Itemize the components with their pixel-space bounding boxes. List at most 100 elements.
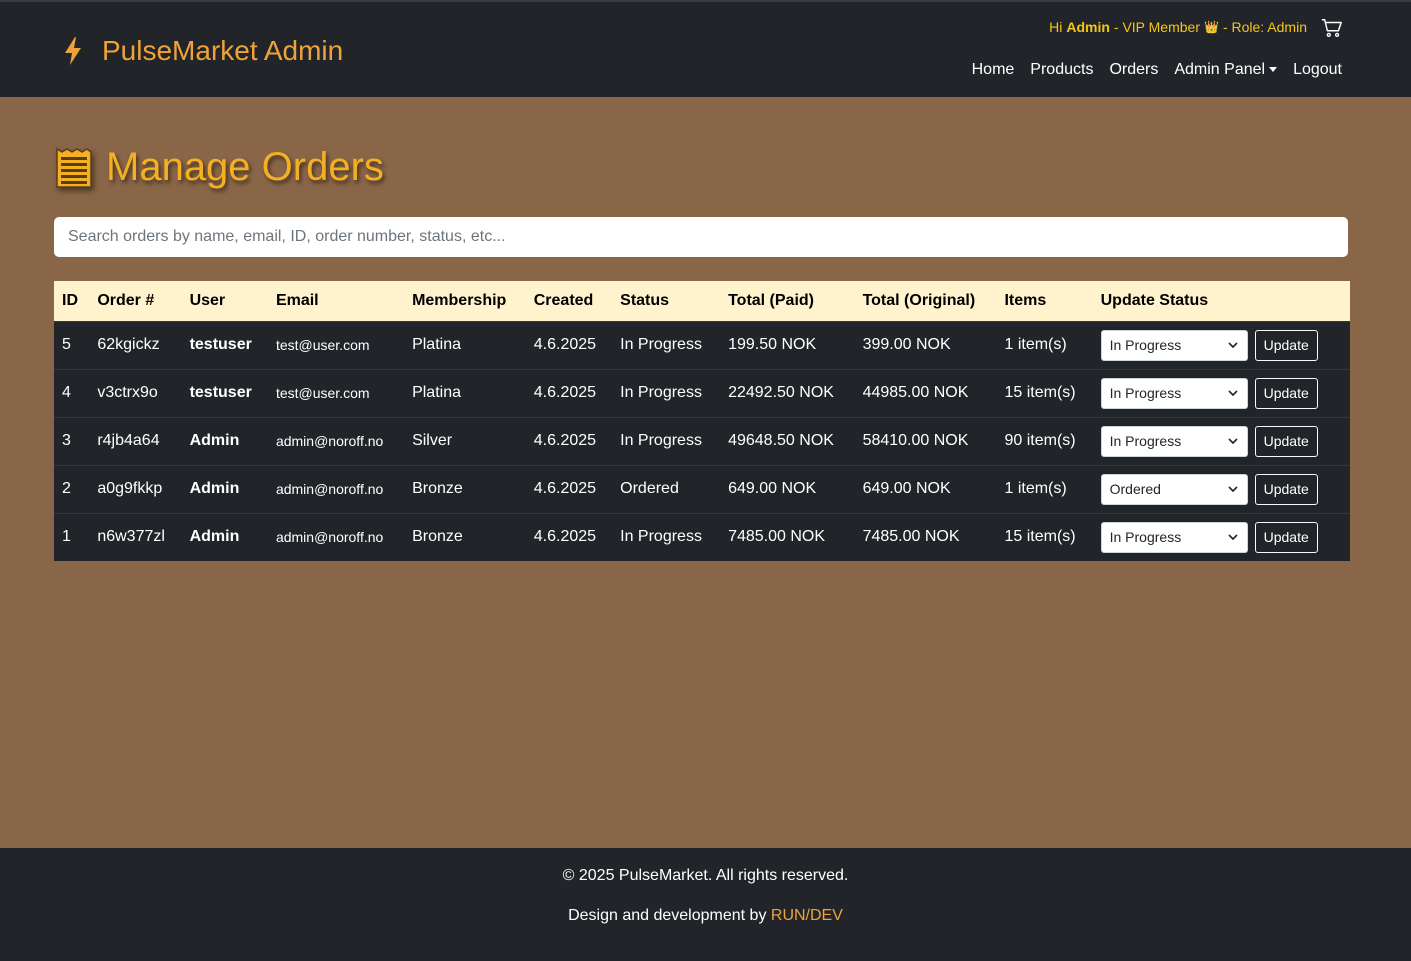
brand-link[interactable]: PulseMarket Admin: [60, 33, 343, 69]
cell-update: In Progress Update: [1093, 369, 1350, 417]
update-button[interactable]: Update: [1254, 377, 1318, 409]
header-email: Email: [275, 291, 319, 309]
table-row: 2 a0g9fkkp Admin admin@noroff.no Bronze …: [54, 465, 1350, 513]
update-button[interactable]: Update: [1254, 521, 1318, 553]
chevron-down-icon: [1228, 486, 1238, 493]
status-select[interactable]: In Progress: [1100, 521, 1248, 553]
cell-email: admin@noroff.no: [275, 529, 384, 546]
cell-total-original: 399.00 NOK: [862, 336, 951, 353]
order-search-input[interactable]: [54, 217, 1348, 257]
cell-user: testuser: [189, 384, 252, 401]
cell-email: test@user.com: [275, 337, 370, 353]
cell-user: Admin: [189, 432, 240, 449]
role-label: - Role: Admin: [1222, 19, 1307, 35]
header-created: Created: [533, 291, 594, 309]
table-row: 1 n6w377zl Admin admin@noroff.no Bronze …: [54, 513, 1350, 561]
status-select-value: In Progress: [1109, 529, 1182, 546]
header-items: Items: [1004, 291, 1047, 309]
user-info: Hi Admin - VIP Member 👑 - Role: Admin: [1049, 19, 1307, 35]
cell-update: In Progress Update: [1093, 513, 1350, 561]
cell-status: Ordered: [620, 480, 679, 497]
cell-created: 4.6.2025: [533, 528, 597, 546]
chevron-down-icon: [1228, 390, 1238, 397]
status-select[interactable]: In Progress: [1100, 425, 1248, 457]
nav-logout[interactable]: Logout: [1293, 61, 1342, 79]
table-row: 5 62kgickz testuser test@user.com Platin…: [54, 321, 1350, 369]
crown-icon: 👑: [1204, 20, 1219, 34]
update-button[interactable]: Update: [1254, 473, 1318, 505]
cell-status: In Progress: [620, 432, 702, 449]
cell-id: 4: [62, 384, 71, 401]
footer: © 2025 PulseMarket. All rights reserved.…: [0, 848, 1411, 961]
cell-total-original: 44985.00 NOK: [862, 384, 969, 401]
cell-email: test@user.com: [275, 385, 370, 401]
cell-id: 3: [62, 432, 71, 449]
brand-name: PulseMarket Admin: [102, 35, 344, 66]
nav-admin-panel[interactable]: Admin Panel: [1174, 61, 1278, 79]
cell-order: 62kgickz: [97, 336, 160, 353]
cell-created: 4.6.2025: [533, 384, 597, 401]
header-total-original: Total (Original): [862, 291, 976, 309]
cell-email: admin@noroff.no: [275, 433, 384, 449]
orders-table: ID Order # User Email Membership Created…: [54, 281, 1350, 561]
cart-icon[interactable]: [1321, 17, 1343, 39]
cell-id: 2: [62, 480, 71, 497]
header-total-paid: Total (Paid): [728, 291, 814, 309]
nav-admin-panel-label: Admin Panel: [1174, 61, 1266, 78]
nav-orders[interactable]: Orders: [1109, 61, 1158, 79]
cell-order: v3ctrx9o: [97, 384, 158, 401]
header-status: Status: [620, 291, 670, 309]
header-order: Order #: [97, 291, 155, 309]
chevron-down-icon: [1228, 342, 1238, 349]
cell-status: In Progress: [620, 384, 702, 401]
cell-total-paid: 49648.50 NOK: [728, 432, 834, 449]
table-row: 4 v3ctrx9o testuser test@user.com Platin…: [54, 369, 1350, 417]
status-select[interactable]: In Progress: [1100, 377, 1248, 409]
cell-membership: Bronze: [412, 480, 463, 497]
cell-total-original: 649.00 NOK: [862, 480, 951, 497]
footer-credit-link[interactable]: RUN/DEV: [771, 907, 843, 924]
update-button[interactable]: Update: [1254, 329, 1318, 361]
receipt-icon: [56, 147, 92, 188]
nav-products[interactable]: Products: [1030, 61, 1093, 79]
cell-items: 90 item(s): [1004, 432, 1076, 449]
table-row: 3 r4jb4a64 Admin admin@noroff.no Silver …: [54, 417, 1350, 465]
chevron-down-icon: [1228, 534, 1238, 541]
table-header-row: ID Order # User Email Membership Created…: [54, 281, 1350, 321]
cell-created: 4.6.2025: [533, 432, 597, 449]
nav-home[interactable]: Home: [972, 61, 1015, 79]
cell-items: 1 item(s): [1004, 480, 1067, 497]
cell-total-paid: 649.00 NOK: [728, 480, 817, 497]
cell-email: admin@noroff.no: [275, 481, 384, 497]
membership-label: - VIP Member: [1113, 19, 1200, 35]
main-nav: Home Products Orders Admin Panel Logout: [972, 61, 1342, 79]
cell-total-paid: 22492.50 NOK: [728, 384, 834, 401]
cell-membership: Bronze: [412, 528, 463, 546]
page-title-text: Manage Orders: [106, 145, 384, 189]
header-id: ID: [62, 291, 78, 309]
footer-credit-prefix: Design and development by: [568, 907, 771, 924]
chevron-down-icon: [1228, 438, 1238, 445]
caret-down-icon: [1269, 67, 1278, 73]
cell-order: r4jb4a64: [97, 432, 160, 449]
cell-order: n6w377zl: [97, 528, 165, 546]
cell-status: In Progress: [620, 336, 702, 353]
status-select[interactable]: In Progress: [1100, 329, 1248, 361]
header-user: User: [189, 291, 226, 309]
cell-total-paid: 7485.00 NOK: [728, 528, 826, 546]
footer-copyright: © 2025 PulseMarket. All rights reserved.: [562, 867, 849, 884]
cell-total-original: 7485.00 NOK: [862, 528, 960, 546]
header-update-status: Update Status: [1100, 291, 1209, 309]
cell-id: 1: [62, 528, 71, 546]
cell-membership: Platina: [412, 336, 461, 353]
cell-created: 4.6.2025: [533, 336, 597, 353]
cell-items: 1 item(s): [1004, 336, 1067, 353]
cell-update: Ordered Update: [1093, 465, 1350, 513]
cell-items: 15 item(s): [1004, 384, 1076, 401]
cell-membership: Platina: [412, 384, 461, 401]
status-select-value: In Progress: [1109, 385, 1182, 401]
cell-membership: Silver: [412, 432, 453, 449]
status-select[interactable]: Ordered: [1100, 473, 1248, 505]
cell-update: In Progress Update: [1093, 417, 1350, 465]
update-button[interactable]: Update: [1254, 425, 1318, 457]
